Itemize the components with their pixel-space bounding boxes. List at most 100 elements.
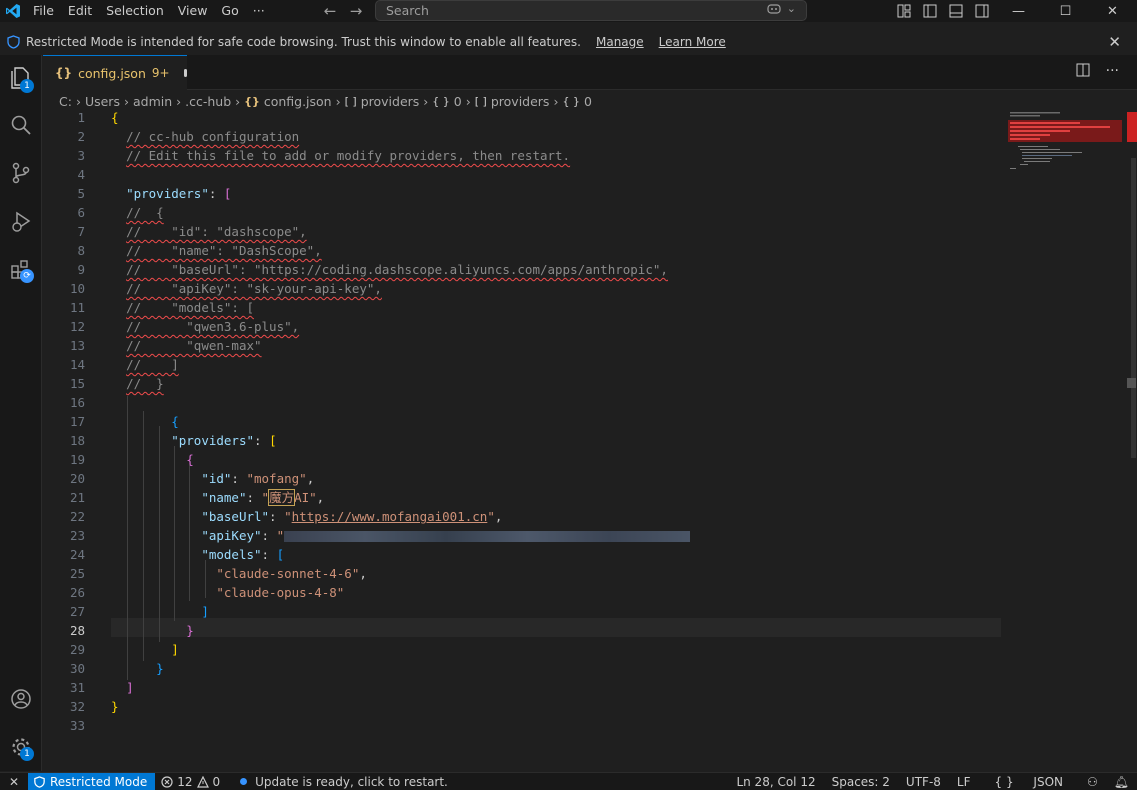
maximize-icon[interactable]: ☐ bbox=[1042, 0, 1089, 22]
tab-bar: {} config.json 9+ ··· bbox=[43, 55, 1137, 90]
code-line-11: // "models": [ bbox=[126, 300, 254, 315]
layout-controls bbox=[894, 0, 992, 22]
crumb-cc-hub[interactable]: .cc-hub bbox=[185, 94, 231, 109]
manage-link[interactable]: Manage bbox=[596, 35, 644, 49]
line-number-label: 21 bbox=[69, 490, 85, 505]
toggle-sidebar-icon[interactable] bbox=[920, 1, 940, 21]
back-arrow-icon[interactable]: ← bbox=[322, 2, 338, 20]
code-line-24: "models": [ bbox=[201, 547, 285, 562]
code-line-7: // "id": "dashscope", bbox=[126, 224, 307, 239]
code-editor[interactable]: 1 2 3 4 5 6 7 8 9 10 11 12 13 14 15 16 17 18 19 20 21 22 23 24 2… bbox=[43, 108, 1001, 768]
code-line-20: "id": "mofang", bbox=[201, 471, 315, 486]
line-number-label: 28 bbox=[69, 623, 85, 638]
vscode-logo-icon bbox=[0, 0, 26, 22]
code-line-1: { bbox=[111, 110, 119, 125]
account-icon[interactable] bbox=[0, 679, 42, 719]
tab-config-json[interactable]: {} config.json 9+ bbox=[43, 55, 187, 90]
forward-arrow-icon[interactable]: → bbox=[348, 2, 364, 20]
menu-go[interactable]: Go bbox=[214, 0, 245, 22]
copilot-menu[interactable]: ⌄ bbox=[767, 2, 796, 15]
toggle-secondary-sidebar-icon[interactable] bbox=[972, 1, 992, 21]
redacted-api-key bbox=[284, 531, 691, 542]
chevron-right-icon: › bbox=[176, 93, 182, 109]
explorer-icon[interactable]: 1 bbox=[0, 57, 42, 97]
json-braces-icon: { } bbox=[994, 775, 1014, 789]
code-line-25: "claude-sonnet-4-6", bbox=[216, 566, 367, 581]
activity-bar: 1 ⟳ 1 bbox=[0, 55, 42, 771]
line-number-label: 26 bbox=[69, 585, 85, 600]
learn-more-link[interactable]: Learn More bbox=[659, 35, 726, 49]
vertical-scrollbar[interactable] bbox=[1127, 108, 1137, 768]
crumb-file[interactable]: config.json bbox=[264, 94, 332, 109]
line-number-label: 7 bbox=[77, 224, 85, 239]
minimap[interactable] bbox=[1008, 108, 1122, 188]
customize-layout-icon[interactable] bbox=[894, 1, 914, 21]
crumb-users[interactable]: Users bbox=[85, 94, 120, 109]
object-icon: { } bbox=[432, 94, 450, 108]
crumb-drive[interactable]: C: bbox=[59, 94, 72, 109]
cursor-position[interactable]: Ln 28, Col 12 bbox=[728, 775, 823, 789]
json-file-icon: {} bbox=[244, 94, 260, 108]
update-status[interactable]: Update is ready, click to restart. bbox=[234, 775, 454, 789]
copilot-status-icon[interactable]: ⚇ bbox=[1079, 775, 1106, 789]
line-number-label: 32 bbox=[69, 699, 85, 714]
crumb-admin[interactable]: admin bbox=[133, 94, 172, 109]
search-icon[interactable] bbox=[0, 105, 42, 145]
bell-icon[interactable]: 🔔︎ bbox=[1106, 775, 1137, 789]
encoding[interactable]: UTF-8 bbox=[898, 775, 949, 789]
line-number: 14 bbox=[43, 355, 1001, 374]
line-number-label: 33 bbox=[69, 718, 85, 733]
gear-icon[interactable]: 1 bbox=[0, 727, 42, 767]
tab-problem-count: 9+ bbox=[151, 66, 170, 80]
chevron-right-icon: › bbox=[423, 93, 429, 109]
unsaved-dot-icon[interactable] bbox=[183, 69, 187, 77]
code-line-10: // "apiKey": "sk-your-api-key", bbox=[126, 281, 382, 296]
more-actions-icon[interactable]: ··· bbox=[1106, 63, 1119, 81]
menu-file[interactable]: File bbox=[26, 0, 61, 22]
chevron-right-icon: › bbox=[553, 93, 559, 109]
menu-bar: File Edit Selection View Go ··· bbox=[26, 0, 272, 22]
update-message: Update is ready, click to restart. bbox=[255, 774, 448, 789]
problems-status[interactable]: 12 0 bbox=[155, 775, 226, 789]
status-right: Ln 28, Col 12 Spaces: 2 UTF-8 LF { } JSO… bbox=[728, 773, 1137, 790]
line-number-label: 20 bbox=[69, 471, 85, 486]
split-editor-icon[interactable] bbox=[1076, 63, 1090, 81]
menu-edit[interactable]: Edit bbox=[61, 0, 99, 22]
toggle-panel-icon[interactable] bbox=[946, 1, 966, 21]
chevron-down-icon: ⌄ bbox=[786, 2, 796, 15]
line-number-label: 5 bbox=[77, 186, 85, 201]
code-line-32: } bbox=[111, 699, 119, 714]
close-icon[interactable]: ✕ bbox=[1108, 33, 1121, 51]
menu-more[interactable]: ··· bbox=[246, 0, 272, 22]
line-number-label: 10 bbox=[69, 281, 85, 296]
command-search[interactable]: Search ⌄ bbox=[375, 0, 807, 21]
indentation[interactable]: Spaces: 2 bbox=[824, 775, 898, 789]
code-line-31: ] bbox=[126, 680, 134, 695]
warning-icon bbox=[196, 775, 209, 788]
end-of-line[interactable]: LF bbox=[949, 775, 979, 789]
code-line-9: // "baseUrl": "https://coding.dashscope.… bbox=[126, 262, 668, 277]
extensions-icon[interactable]: ⟳ bbox=[0, 249, 42, 289]
source-control-icon[interactable] bbox=[0, 153, 42, 193]
line-number-label: 15 bbox=[69, 376, 85, 391]
line-number-label: 14 bbox=[69, 357, 85, 372]
crumb-index[interactable]: 0 bbox=[454, 94, 462, 109]
menu-selection[interactable]: Selection bbox=[99, 0, 171, 22]
line-number: 17 bbox=[43, 412, 1001, 431]
restricted-mode-status[interactable]: Restricted Mode bbox=[28, 772, 156, 790]
line-number-label: 1 bbox=[77, 110, 85, 125]
line-number: 33 bbox=[43, 716, 1001, 735]
minimize-icon[interactable]: — bbox=[995, 0, 1042, 22]
menu-view[interactable]: View bbox=[171, 0, 215, 22]
crumb-providers-inner[interactable]: providers bbox=[491, 94, 550, 109]
language-mode[interactable]: { } JSON bbox=[979, 775, 1080, 789]
remote-icon[interactable]: ✕ bbox=[0, 773, 28, 790]
shield-icon bbox=[34, 775, 45, 788]
close-window-icon[interactable]: ✕ bbox=[1089, 0, 1136, 22]
language-label: JSON bbox=[1033, 775, 1063, 789]
run-debug-icon[interactable] bbox=[0, 201, 42, 241]
crumb-providers[interactable]: providers bbox=[361, 94, 420, 109]
line-number-label: 27 bbox=[69, 604, 85, 619]
crumb-index-inner[interactable]: 0 bbox=[584, 94, 592, 109]
base-url-link[interactable]: https://www.mofangai001.cn bbox=[292, 509, 488, 524]
